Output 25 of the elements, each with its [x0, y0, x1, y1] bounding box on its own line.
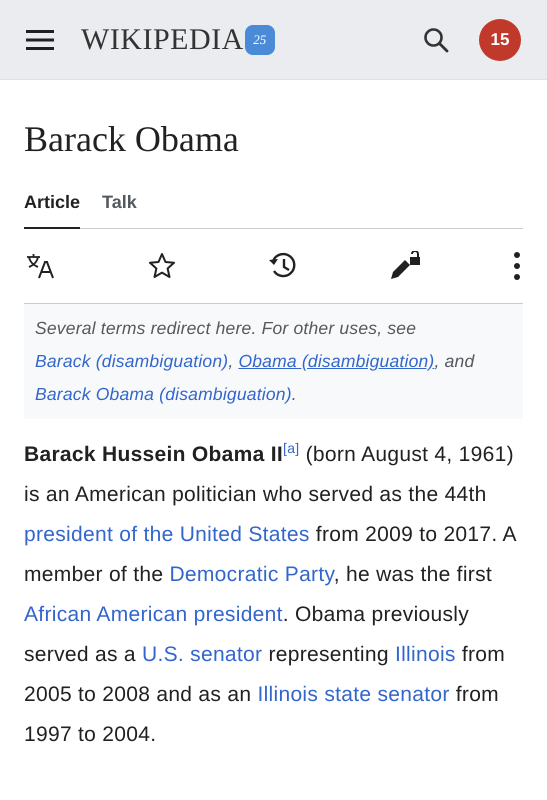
- notification-badge[interactable]: 15: [479, 18, 521, 60]
- language-icon[interactable]: [26, 253, 56, 279]
- footnote-link[interactable]: [a]: [283, 440, 300, 456]
- search-icon[interactable]: [423, 26, 449, 52]
- link[interactable]: U.S. senator: [142, 643, 262, 666]
- link[interactable]: Obama (disambiguation): [238, 351, 434, 371]
- link[interactable]: Illinois: [394, 643, 456, 666]
- hatnote-text: Several terms redirect here. For other uses, see Barack (disambiguation), Obama (disambiguation), and Barack Obama (disambiguation).: [35, 317, 476, 406]
- link[interactable]: African American: [24, 603, 188, 626]
- menu-icon[interactable]: [26, 28, 54, 50]
- tab[interactable]: Talk: [102, 188, 137, 228]
- link[interactable]: president of the United States: [24, 523, 310, 546]
- puzzle-badge: 25: [244, 24, 275, 54]
- page-title: Barack Obama: [24, 118, 240, 160]
- article-paragraph: Barack Hussein Obama II$^{[a]}$ (born August 4, 1961) is an American politician who served as the 44th president of the United States from 2009 to 2017. A member of the Democratic Party, he was the first African American president. Obama previously served as a U.S. senator representing Illinois from 2005 to 2008 and as an Illinois state senator from 1997 to 2004.: [24, 439, 518, 748]
- link[interactable]: Democratic Party: [169, 563, 334, 586]
- link[interactable]: Illinois state senator: [257, 683, 450, 706]
- link[interactable]: president: [194, 603, 283, 626]
- more-icon[interactable]: [513, 251, 521, 281]
- wikipedia-logo[interactable]: WIKIPEDIA: [81, 22, 244, 56]
- link[interactable]: Barack (disambiguation): [35, 351, 228, 371]
- locked-edit-icon[interactable]: [389, 251, 422, 281]
- star-icon[interactable]: [148, 252, 176, 280]
- link[interactable]: Barack Obama (disambiguation): [35, 384, 292, 404]
- tab[interactable]: Article: [24, 188, 80, 229]
